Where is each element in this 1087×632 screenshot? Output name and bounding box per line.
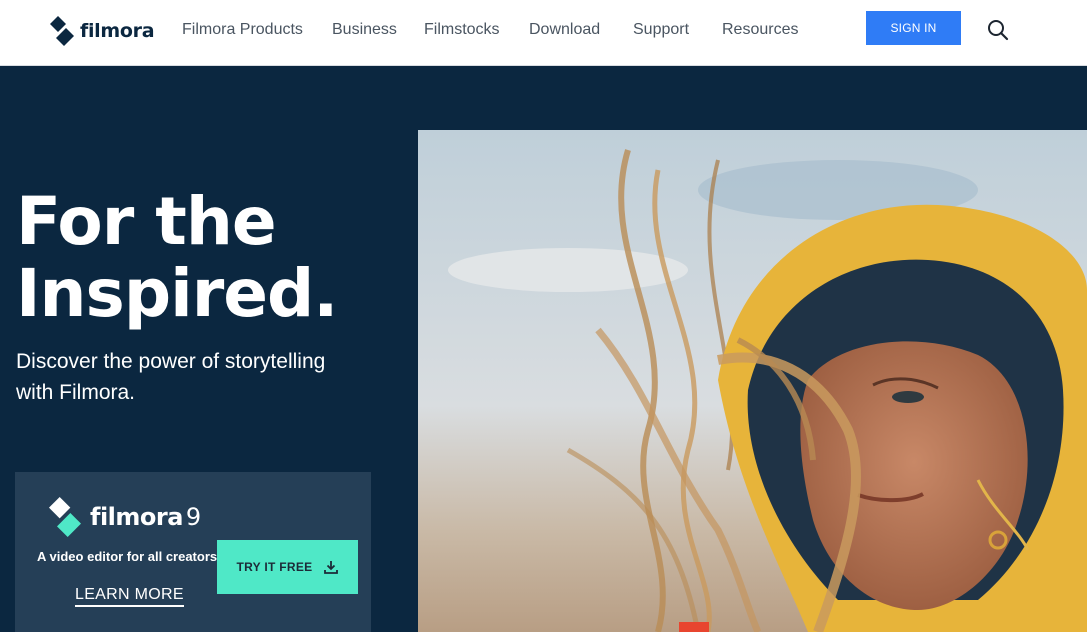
hero-photo [418,130,1087,632]
product-name-text: filmora [90,503,183,531]
learn-more-link[interactable]: LEARN MORE [75,586,184,607]
nav-download[interactable]: Download [529,21,600,39]
try-it-free-button[interactable]: TRY IT FREE [217,540,358,594]
hero-subtitle-line-2: with Filmora. [16,381,136,404]
nav-filmora-products[interactable]: Filmora Products [182,21,303,39]
product-name: filmora 9 [90,503,201,531]
product-tagline: A video editor for all creators. [37,549,221,564]
hero-title-line-2: Inspired. [16,255,338,332]
search-icon[interactable] [986,18,1010,42]
try-it-free-label: TRY IT FREE [236,560,313,574]
filmora-diamond-logo-icon [49,497,81,537]
hero-subtitle-line-1: Discover the power of storytelling [16,350,326,373]
nav-business[interactable]: Business [332,21,397,39]
logo-text: filmora [80,20,155,42]
nav-resources[interactable]: Resources [722,21,798,39]
filmora-logo[interactable]: filmora [50,16,155,46]
product-version: 9 [185,503,201,531]
download-icon [324,561,339,574]
filmora-diamond-logo-icon [50,16,74,46]
hero-subtitle: Discover the power of storytelling with … [16,346,376,408]
sign-in-button[interactable]: SIGN IN [866,11,961,45]
nav-support[interactable]: Support [633,21,689,39]
filmora9-logo: filmora 9 [49,496,201,538]
carousel-indicator[interactable] [679,622,709,632]
nav-filmstocks[interactable]: Filmstocks [424,21,500,39]
hero-title: For the Inspired. [16,183,338,332]
hero-title-line-1: For the [16,183,277,260]
hero-photo-illustration [418,130,1087,632]
site-header: filmora Filmora Products Business Filmst… [0,0,1087,66]
product-card: filmora 9 A video editor for all creators… [15,472,371,632]
